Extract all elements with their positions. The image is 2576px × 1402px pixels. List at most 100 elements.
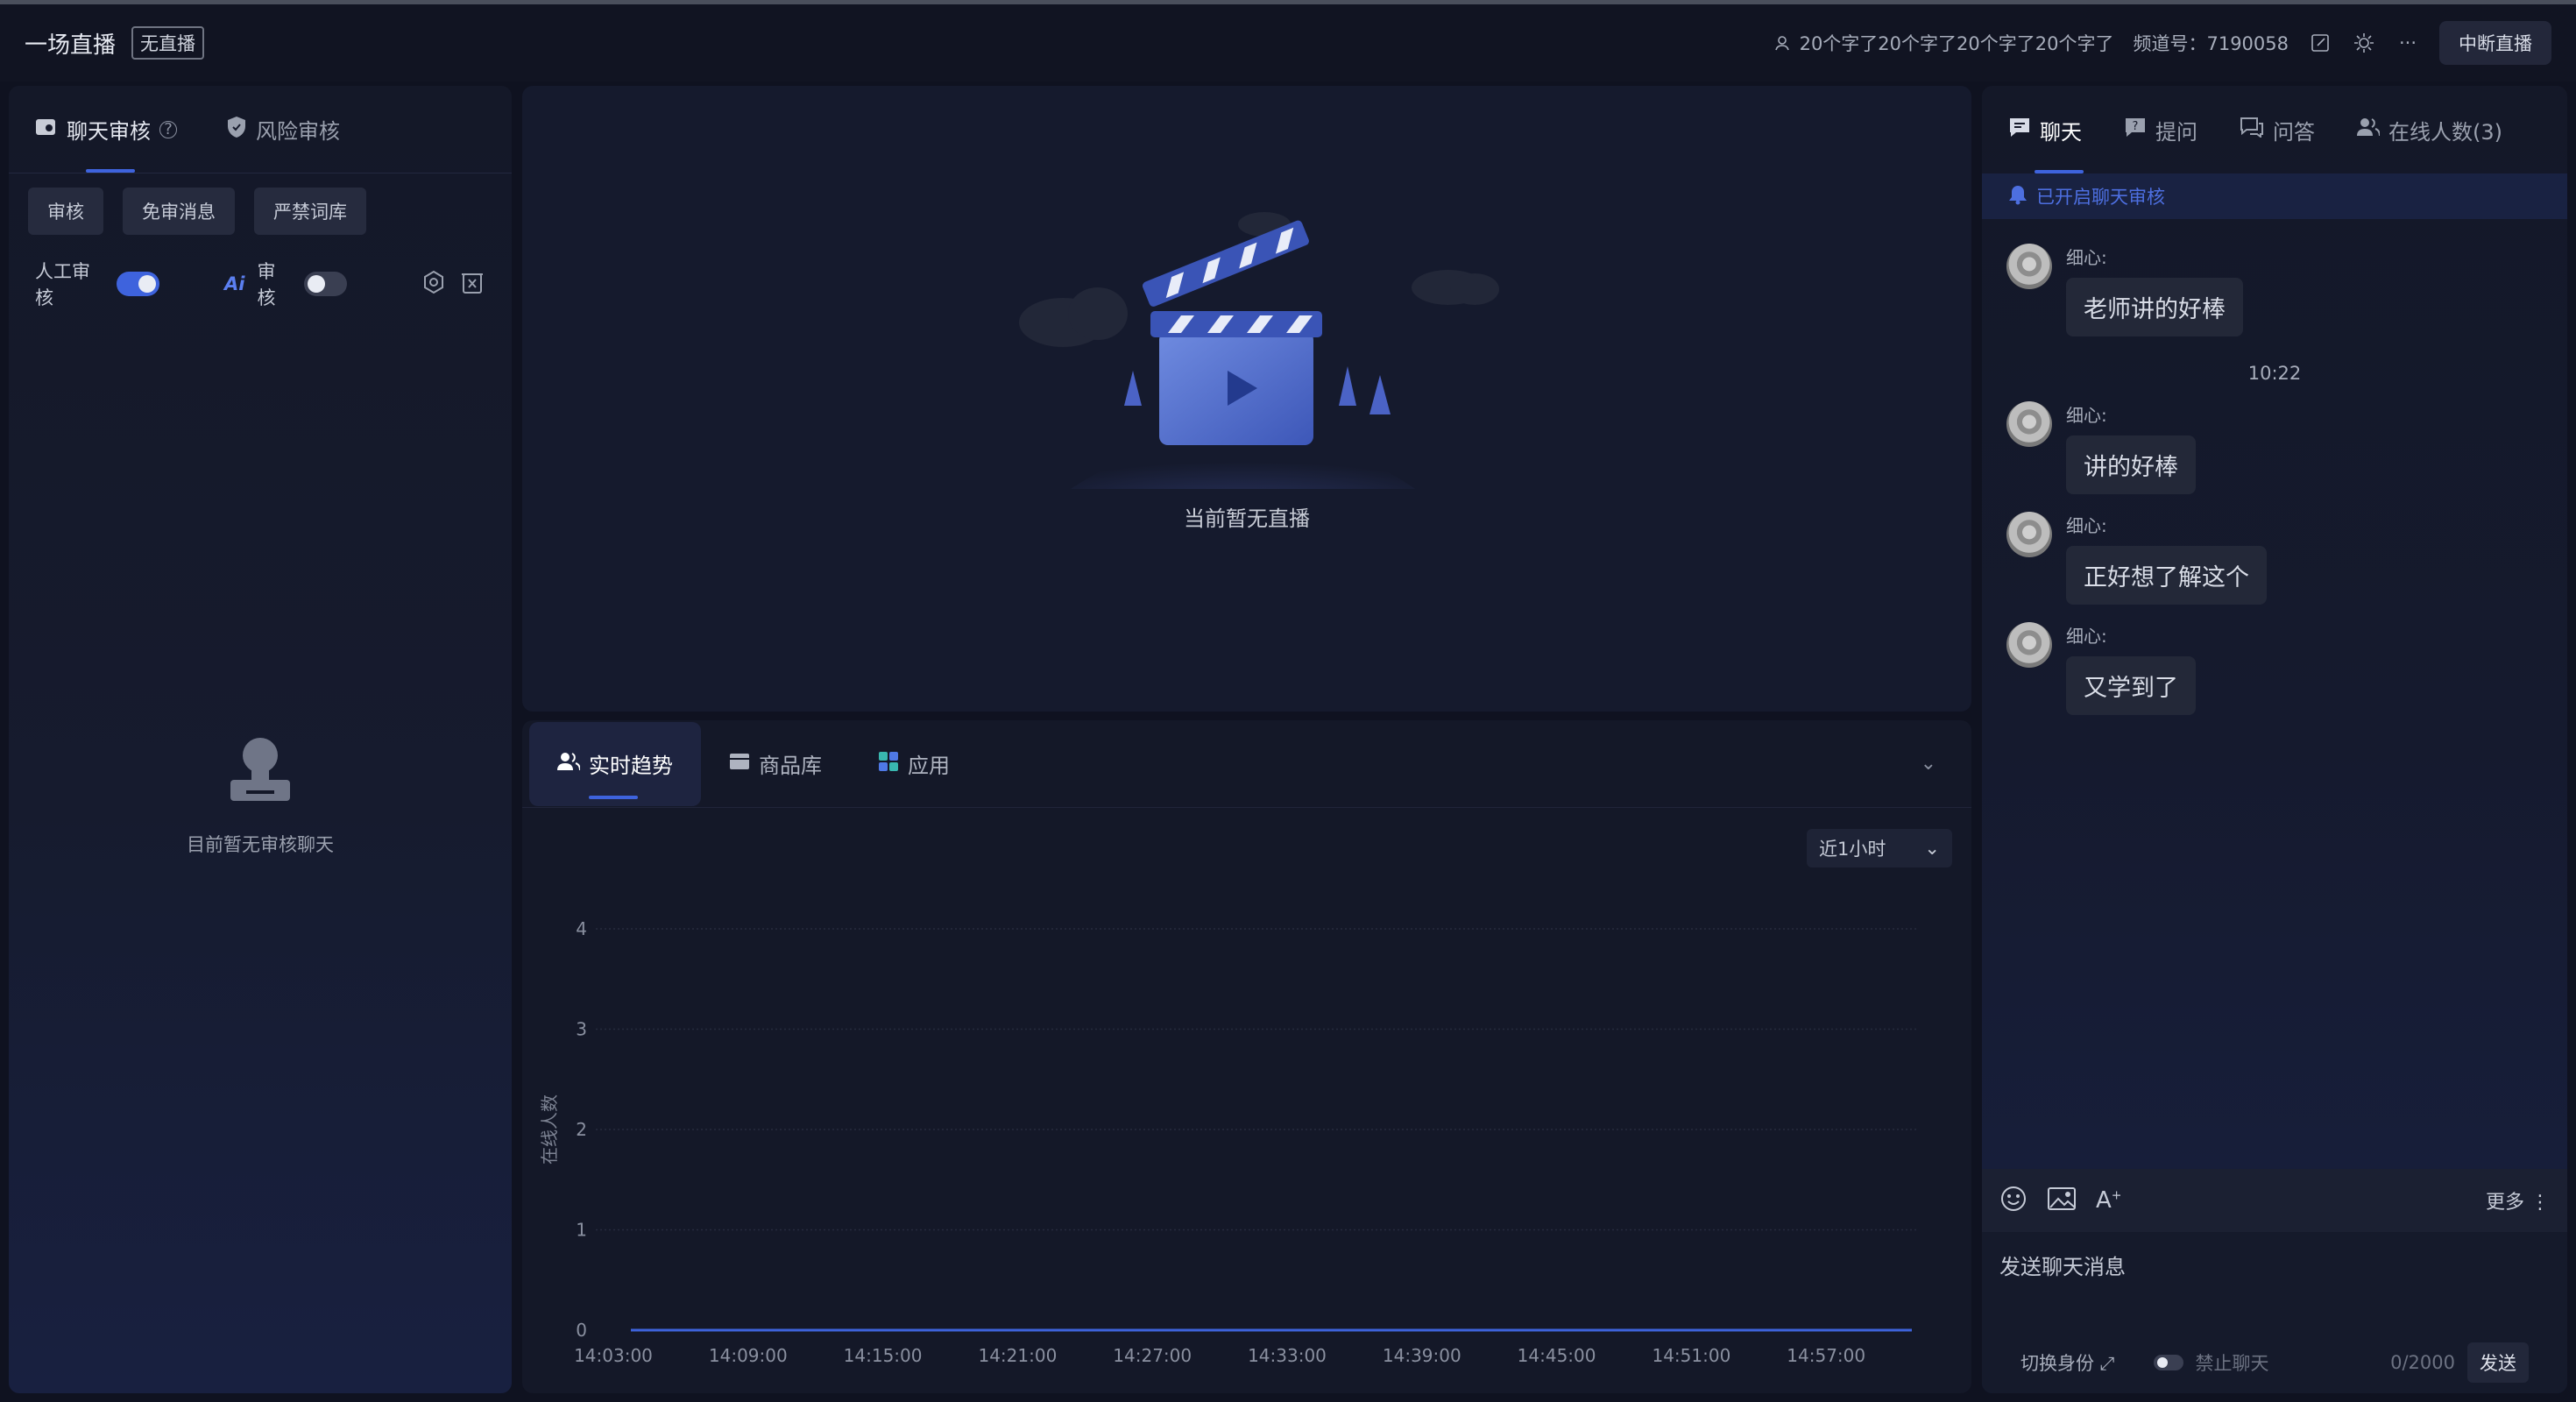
- channel-label: 频道号：: [2133, 33, 2207, 54]
- active-tab-indicator: [2035, 170, 2084, 173]
- chip-exempt-messages[interactable]: 免审消息: [123, 188, 235, 235]
- user-info: 20个字了20个字了20个字了20个字了: [1770, 30, 2114, 56]
- avatar[interactable]: [2006, 401, 2052, 447]
- users-icon: [2357, 117, 2381, 142]
- ai-review-toggle[interactable]: [304, 272, 347, 296]
- toggle-knob: [308, 275, 326, 293]
- message-bubble: 讲的好棒: [2066, 435, 2196, 494]
- active-tab-indicator: [86, 169, 135, 173]
- emoji-icon[interactable]: [1999, 1185, 2028, 1216]
- tab-risk-review[interactable]: 风险审核: [226, 86, 340, 173]
- y-tick-label: 0: [576, 1320, 587, 1341]
- y-tick-label: 2: [576, 1119, 587, 1140]
- manual-review-label: 人工审核: [35, 261, 90, 308]
- chip-review[interactable]: 审核: [28, 188, 103, 235]
- avatar[interactable]: [2006, 622, 2052, 668]
- stamp-icon: [225, 738, 295, 813]
- tab-online-users[interactable]: 在线人数(3): [2357, 86, 2502, 173]
- y-tick-label: 1: [576, 1220, 587, 1241]
- sender-name: 细心:: [2066, 247, 2107, 268]
- message-bubble: 正好想了解这个: [2066, 546, 2267, 605]
- switch-identity-label: 切换身份: [2020, 1353, 2094, 1374]
- review-filter-chips: 审核 免审消息 严禁词库: [9, 173, 512, 249]
- font-size-icon[interactable]: A+: [2096, 1187, 2122, 1214]
- review-panel: 聊天审核 ? 风险审核 审核 免审消息 严禁词库 人工审核 Ai 审核 目前暂无…: [9, 86, 512, 1393]
- tab-label: 聊天: [2040, 119, 2082, 145]
- chat-review-icon: [35, 117, 58, 143]
- image-icon[interactable]: [2047, 1186, 2077, 1215]
- chat-message-list: 细心: 老师讲的好棒 10:22 细心: 讲的好棒 细心: 正好想了解这个 细心: 又学…: [1982, 219, 2567, 722]
- more-label: 更多: [2485, 1192, 2524, 1214]
- mute-chat-toggle[interactable]: [2153, 1355, 2183, 1370]
- y-axis-label: 在线人数: [539, 1094, 560, 1165]
- video-preview: 当前暂无直播: [522, 86, 1971, 712]
- avatar[interactable]: [2006, 512, 2052, 557]
- y-tick-label: 4: [576, 918, 587, 939]
- qa-icon: [2240, 117, 2264, 143]
- bell-icon: [2008, 184, 2028, 209]
- channel-id: 7190058: [2206, 33, 2289, 54]
- avatar[interactable]: [2006, 244, 2052, 289]
- empty-text: 目前暂无审核聊天: [187, 834, 334, 855]
- tab-questions[interactable]: ? 提问: [2124, 86, 2197, 173]
- chat-bubble-icon: [2008, 117, 2031, 143]
- tab-qa[interactable]: 问答: [2240, 86, 2315, 173]
- stats-panel: 实时趋势 商品库 应用 ⌄ 近1小时 ⌄ 0 1 2 3 4 在线人数 14:03:00 14…: [522, 720, 1971, 1393]
- manual-review-toggle[interactable]: [117, 272, 160, 296]
- online-users-chart: 0 1 2 3 4 在线人数 14:03:00 14:09:00 14:15:00 14:21:0…: [539, 918, 1919, 1366]
- empty-live-illustration: [1019, 212, 1499, 489]
- shield-icon: [226, 116, 247, 144]
- chat-message: 细心: 老师讲的好棒: [2006, 244, 2543, 336]
- more-menu[interactable]: 更多 ⋮: [2486, 1186, 2550, 1214]
- chat-message: 细心: 又学到了: [2006, 622, 2543, 715]
- tab-chat-review[interactable]: 聊天审核 ?: [35, 86, 177, 173]
- chip-banned-words[interactable]: 严禁词库: [254, 188, 366, 235]
- more-icon[interactable]: ···: [2396, 31, 2420, 55]
- channel-info: 频道号：7190058: [2133, 30, 2289, 56]
- chat-panel: 聊天 ? 提问 问答 在线人数(3) 已开启聊天审核 细心: 老师讲的好棒 10:…: [1982, 86, 2567, 1393]
- x-tick-label: 14:03:00: [574, 1345, 653, 1366]
- tab-label: 问答: [2273, 119, 2315, 145]
- edit-icon[interactable]: [2308, 31, 2332, 55]
- sender-name: 细心:: [2066, 515, 2107, 536]
- sender-name: 细心:: [2066, 405, 2107, 426]
- x-tick-label: 14:09:00: [709, 1345, 788, 1366]
- message-bubble: 老师讲的好棒: [2066, 278, 2243, 336]
- top-header: 一场直播 无直播 20个字了20个字了20个字了20个字了 频道号：719005…: [0, 4, 2576, 81]
- notice-text: 已开启聊天审核: [2036, 187, 2165, 208]
- page-title: 一场直播: [25, 32, 117, 59]
- switch-identity-button[interactable]: 切换身份 ⤢: [2020, 1349, 2115, 1376]
- send-button[interactable]: 发送: [2467, 1342, 2529, 1383]
- x-tick-label: 14:15:00: [844, 1345, 923, 1366]
- mute-chat-label: 禁止聊天: [2195, 1353, 2269, 1374]
- chat-input[interactable]: 发送聊天消息: [1982, 1232, 2567, 1298]
- x-tick-label: 14:57:00: [1787, 1345, 1865, 1366]
- clear-icon[interactable]: [459, 269, 485, 300]
- ai-label: Ai: [224, 273, 245, 294]
- review-notice: 已开启聊天审核: [1982, 173, 2567, 219]
- tab-label: 在线人数(3): [2388, 119, 2502, 145]
- chat-message: 细心: 讲的好棒: [2006, 401, 2543, 494]
- chat-composer: A+ 更多 ⋮ 发送聊天消息 切换身份 ⤢ 禁止聊天 0/2000 发送: [1982, 1169, 2567, 1393]
- toggle-knob: [138, 275, 157, 293]
- settings-icon[interactable]: [421, 269, 447, 300]
- char-count: 0/2000: [2390, 1352, 2455, 1373]
- x-tick-label: 14:39:00: [1383, 1345, 1461, 1366]
- user-name: 20个字了20个字了20个字了20个字了: [1799, 33, 2114, 54]
- stop-live-button[interactable]: 中断直播: [2439, 21, 2551, 65]
- y-tick-label: 3: [576, 1019, 587, 1040]
- composer-toolbar: A+ 更多 ⋮: [1982, 1169, 2567, 1232]
- help-icon[interactable]: ?: [159, 120, 177, 138]
- chat-tabs: 聊天 ? 提问 问答 在线人数(3): [1982, 86, 2567, 173]
- review-toggles: 人工审核 Ai 审核: [9, 249, 512, 319]
- message-time: 10:22: [2247, 363, 2302, 384]
- status-badge: 无直播: [131, 26, 205, 60]
- user-icon: [1770, 31, 1794, 55]
- brightness-icon[interactable]: [2352, 31, 2376, 55]
- tab-chat[interactable]: 聊天: [2008, 86, 2084, 173]
- header-right: 20个字了20个字了20个字了20个字了 频道号：7190058 ··· 中断直…: [1770, 21, 2551, 65]
- expand-icon: ⤢: [2099, 1353, 2115, 1374]
- chat-message: 细心: 正好想了解这个: [2006, 512, 2543, 605]
- x-tick-label: 14:27:00: [1113, 1345, 1192, 1366]
- tab-label: 风险审核: [256, 119, 340, 144]
